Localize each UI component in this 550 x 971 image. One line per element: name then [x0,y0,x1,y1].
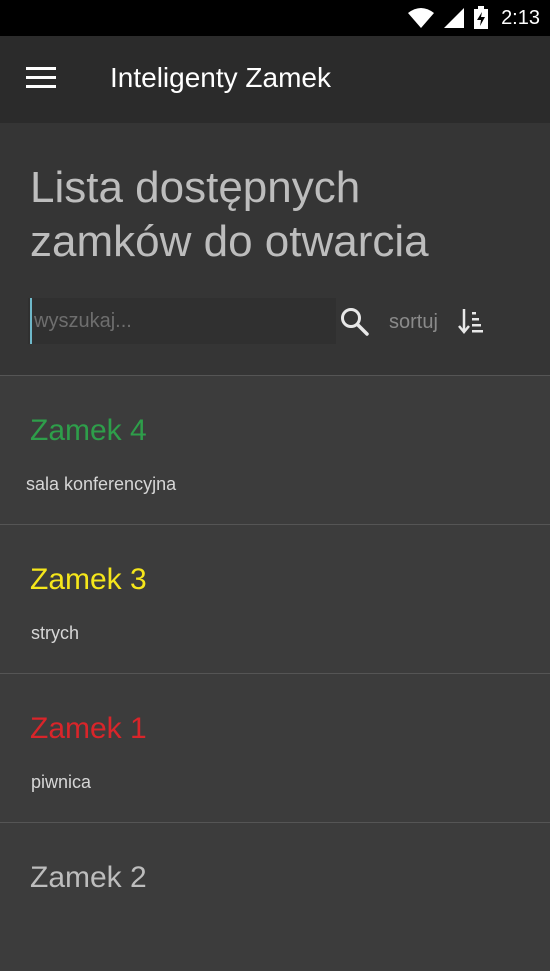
lock-description: strych [31,623,80,643]
search-icon[interactable] [340,307,370,337]
lock-item[interactable]: Zamek 3 strych [0,524,550,673]
lock-item[interactable]: Zamek 2 [0,822,550,971]
lock-name: Zamek 1 [30,712,147,745]
cell-signal-icon [444,8,465,28]
lock-description: sala konferencyjna [26,474,177,494]
status-icons: 2:13 [407,0,540,36]
lock-item[interactable]: Zamek 4 sala konferencyjna [0,375,550,524]
status-bar: 2:13 [0,0,550,36]
search-input[interactable] [30,298,330,344]
lock-description: piwnica [31,772,92,792]
battery-charging-icon [474,6,489,29]
list-header: Lista dostępnych zamków do otwarcia sort… [0,123,550,375]
wifi-icon [408,8,435,28]
sort-label[interactable]: sortuj [389,311,438,334]
hamburger-menu-icon[interactable] [26,66,58,90]
lock-list: Zamek 4 sala konferencyjna Zamek 3 stryc… [0,375,550,971]
search-box [28,298,336,344]
lock-item[interactable]: Zamek 1 piwnica [0,673,550,822]
lock-name: Zamek 4 [30,414,147,447]
app-bar: Inteligenty Zamek [0,36,550,123]
sort-icon[interactable] [458,307,484,335]
status-time: 2:13 [501,6,540,29]
lock-name: Zamek 2 [30,861,147,894]
lock-name: Zamek 3 [30,563,147,596]
app-title: Inteligenty Zamek [110,62,331,93]
page-title: Lista dostępnych zamków do otwarcia [30,163,429,266]
